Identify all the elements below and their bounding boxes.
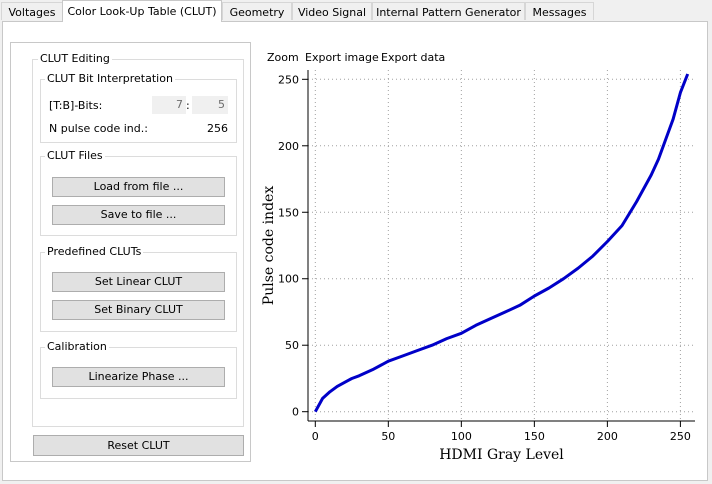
y-tick-label: 200 [278,140,299,153]
y-tick-label: 50 [285,339,299,352]
x-tick-label: 50 [381,430,395,443]
clut-plot: 0 50 100 150 200 250 0 50 100 150 200 250 HDMI Gray … [261,70,695,463]
x-tick-label: 250 [670,430,691,443]
x-tick-label: 0 [312,430,319,443]
x-tick-label: 100 [451,430,472,443]
y-axis-label: Pulse code index [261,186,277,306]
y-tick-label: 0 [292,406,299,419]
x-tick-label: 150 [524,430,545,443]
x-axis-label: HDMI Gray Level [439,447,564,463]
y-tick-label: 150 [278,206,299,219]
y-tick-label: 100 [278,273,299,286]
y-tick-label: 250 [278,73,299,86]
tab-clut[interactable]: Color Look-Up Table (CLUT) [62,0,222,22]
x-tick-label: 200 [597,430,618,443]
clut-curve [313,73,690,413]
